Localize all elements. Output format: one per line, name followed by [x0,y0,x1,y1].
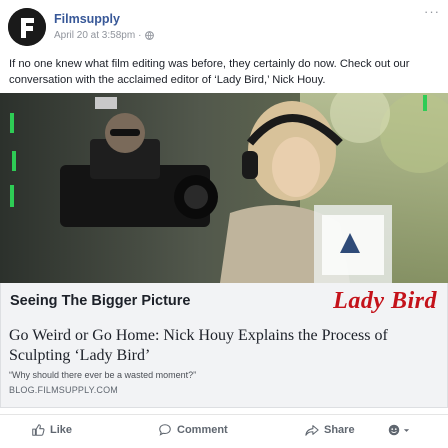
post-timestamp[interactable]: April 20 at 3:58pm [54,30,135,41]
post-action-bar: Like Comment Share [0,414,448,444]
more-options-button[interactable]: ··· [424,4,440,19]
link-preview-banner[interactable]: Seeing The Bigger Picture Lady Bird [0,283,448,320]
comment-bubble-icon [159,424,171,436]
link-headline[interactable]: Go Weird or Go Home: Nick Houy Explains … [9,326,439,366]
film-set-photo [0,93,448,283]
thumbs-up-icon [32,424,45,436]
page-name-link[interactable]: Filmsupply [54,12,120,26]
reaction-picker-button[interactable] [387,423,410,437]
post-header: Filmsupply April 20 at 3:58pm · ··· [0,0,448,52]
reaction-picker-icon [388,424,400,436]
globe-icon [144,31,154,40]
share-button[interactable]: Share [305,423,355,437]
post-meta: April 20 at 3:58pm · [54,30,154,41]
chevron-down-icon [403,428,410,432]
filmsupply-logo-icon [8,8,46,46]
link-preview-details[interactable]: Go Weird or Go Home: Nick Houy Explains … [0,320,448,408]
like-label: Like [50,424,73,436]
lady-bird-wordmark: Lady Bird [333,288,437,314]
share-arrow-icon [305,425,319,436]
link-domain: BLOG.FILMSUPPLY.COM [9,385,118,395]
link-preview-image[interactable] [0,93,448,283]
comment-button[interactable]: Comment [158,423,228,437]
post-text: If no one knew what film editing was bef… [9,58,410,86]
meta-separator: · [138,30,142,41]
share-label: Share [324,424,355,436]
like-button[interactable]: Like [31,423,72,437]
banner-title: Seeing The Bigger Picture [10,293,191,309]
page-avatar[interactable] [8,8,46,46]
comment-label: Comment [177,424,228,436]
link-description: “Why should there ever be a wasted momen… [9,370,197,380]
